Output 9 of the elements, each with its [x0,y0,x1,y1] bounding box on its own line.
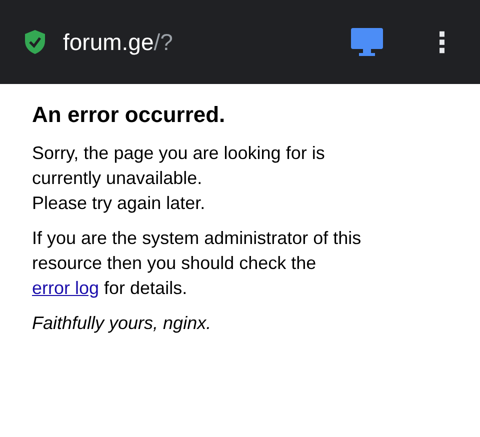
admin-message: If you are the system administrator of this resource then you should check the error log for details. [32,227,362,300]
error-log-link[interactable]: error log [32,278,100,298]
secure-shield-icon[interactable] [24,29,46,55]
error-message: Sorry, the page you are looking for is currently unavailable. Please try again later. [32,142,326,215]
menu-button[interactable]: ⋮ [424,26,460,58]
desktop-icon[interactable] [350,27,384,57]
url-text[interactable]: forum.ge/? [63,28,350,56]
error-heading: An error occurred. [32,101,226,129]
signature-text: Faithfully yours, nginx. [32,312,212,335]
